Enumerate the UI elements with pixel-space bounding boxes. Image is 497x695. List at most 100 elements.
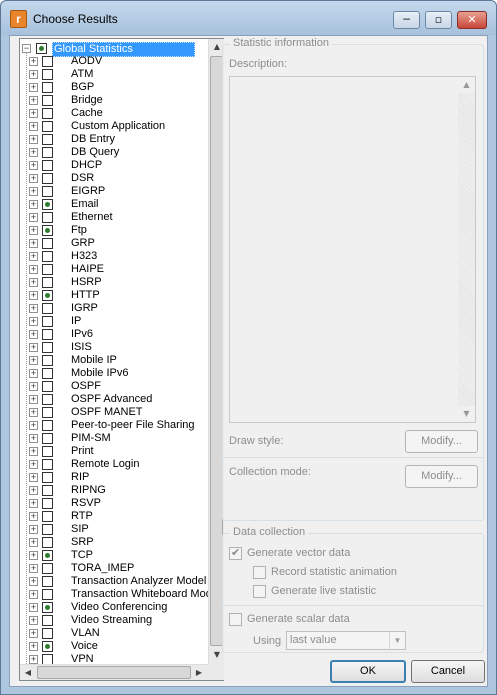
tree-item[interactable]: + Ethernet (20, 211, 208, 224)
tree-item[interactable]: + Cache (20, 107, 208, 120)
expand-icon[interactable]: + (29, 499, 38, 508)
tree-item-checkbox[interactable] (42, 82, 53, 93)
tree-item[interactable]: + VLAN (20, 627, 208, 640)
tree-item-checkbox[interactable] (42, 576, 53, 587)
ok-button[interactable]: OK (330, 660, 406, 683)
expand-icon[interactable]: + (29, 57, 38, 66)
tree-item-checkbox[interactable] (42, 251, 53, 262)
expand-icon[interactable]: + (29, 551, 38, 560)
scroll-up-icon[interactable]: ▲ (458, 77, 475, 93)
chevron-down-icon[interactable]: ▼ (389, 632, 405, 649)
expand-icon[interactable]: + (29, 382, 38, 391)
expand-icon[interactable]: + (29, 161, 38, 170)
tree-root-global-statistics[interactable]: − Global Statistics (20, 42, 208, 57)
draw-style-modify-button[interactable]: Modify... (405, 430, 478, 453)
tree-item-checkbox[interactable] (42, 342, 53, 353)
tree-item-checkbox[interactable] (42, 381, 53, 392)
tree-item[interactable]: + SRP (20, 536, 208, 549)
expand-icon[interactable]: + (29, 538, 38, 547)
expand-icon[interactable]: + (29, 395, 38, 404)
tree-item-checkbox[interactable] (42, 641, 53, 652)
tree-item[interactable]: + IPv6 (20, 328, 208, 341)
tree-item-checkbox[interactable] (42, 537, 53, 548)
tree-item[interactable]: + OSPF Advanced (20, 393, 208, 406)
tree-item-checkbox[interactable] (42, 433, 53, 444)
scroll-left-icon[interactable]: ◀ (20, 665, 36, 681)
close-button[interactable]: ✕ (457, 11, 487, 29)
tree-item[interactable]: + Transaction Analyzer Model (20, 575, 208, 588)
tree-item-checkbox[interactable] (42, 134, 53, 145)
tree-item[interactable]: + OSPF (20, 380, 208, 393)
tree-item-checkbox[interactable] (42, 277, 53, 288)
using-select[interactable]: last value ▼ (286, 631, 406, 650)
collection-mode-modify-button[interactable]: Modify... (405, 465, 478, 488)
expand-icon[interactable]: + (29, 408, 38, 417)
tree-item-checkbox[interactable] (42, 368, 53, 379)
tree-item[interactable]: + BGP (20, 81, 208, 94)
tree-item-checkbox[interactable] (42, 602, 53, 613)
expand-icon[interactable]: + (29, 603, 38, 612)
tree-item-checkbox[interactable] (42, 394, 53, 405)
cancel-button[interactable]: Cancel (411, 660, 485, 683)
expand-icon[interactable]: + (29, 304, 38, 313)
tree-item-checkbox[interactable] (42, 173, 53, 184)
tree-item[interactable]: + PIM-SM (20, 432, 208, 445)
tree-item[interactable]: + Video Streaming (20, 614, 208, 627)
tree-item-checkbox[interactable] (42, 589, 53, 600)
expand-icon[interactable]: + (29, 252, 38, 261)
expand-icon[interactable]: + (29, 629, 38, 638)
tree-item-checkbox[interactable] (42, 407, 53, 418)
expand-icon[interactable]: + (29, 213, 38, 222)
expand-icon[interactable]: + (29, 226, 38, 235)
tree-item[interactable]: + Mobile IP (20, 354, 208, 367)
expand-icon[interactable]: + (29, 317, 38, 326)
tree-item[interactable]: + HSRP (20, 276, 208, 289)
tree-item-checkbox[interactable] (42, 212, 53, 223)
expand-icon[interactable]: + (29, 122, 38, 131)
expand-icon[interactable]: + (29, 369, 38, 378)
generate-vector-checkbox[interactable] (229, 546, 242, 560)
expand-icon[interactable]: + (29, 577, 38, 586)
minimize-button[interactable]: ─ (393, 11, 420, 29)
expand-icon[interactable]: + (29, 187, 38, 196)
expand-icon[interactable]: + (29, 148, 38, 157)
tree-item-checkbox[interactable] (42, 303, 53, 314)
tree-item[interactable]: + DSR (20, 172, 208, 185)
expand-icon[interactable]: + (29, 655, 38, 664)
tree-item-checkbox[interactable] (42, 264, 53, 275)
tree-item-checkbox[interactable] (42, 511, 53, 522)
tree-item[interactable]: + Transaction Whiteboard Model (20, 588, 208, 601)
tree-item[interactable]: + DHCP (20, 159, 208, 172)
expand-icon[interactable]: + (29, 265, 38, 274)
expand-icon[interactable]: + (29, 96, 38, 105)
tree-item[interactable]: + TCP (20, 549, 208, 562)
tree-item[interactable]: + Mobile IPv6 (20, 367, 208, 380)
tree-item[interactable]: + AODV (20, 55, 208, 68)
tree-item[interactable]: + Video Conferencing (20, 601, 208, 614)
tree-item-checkbox[interactable] (42, 147, 53, 158)
tree-item-checkbox[interactable] (42, 524, 53, 535)
tree-item[interactable]: + DB Entry (20, 133, 208, 146)
expand-icon[interactable]: + (29, 239, 38, 248)
tree-item[interactable]: + RTP (20, 510, 208, 523)
tree-item-checkbox[interactable] (42, 615, 53, 626)
maximize-button[interactable]: ▫ (425, 11, 452, 29)
tree-item-checkbox[interactable] (42, 121, 53, 132)
expand-icon[interactable]: + (29, 473, 38, 482)
description-textbox[interactable]: ▲ ▼ (229, 76, 476, 423)
tree-item-checkbox[interactable] (42, 563, 53, 574)
tree-item-checkbox[interactable] (42, 56, 53, 67)
tree-item[interactable]: + HTTP (20, 289, 208, 302)
tree-item-checkbox[interactable] (42, 225, 53, 236)
expand-icon[interactable]: + (29, 83, 38, 92)
tree-item[interactable]: + IGRP (20, 302, 208, 315)
scroll-right-icon[interactable]: ▶ (191, 665, 207, 681)
tree-item-checkbox[interactable] (42, 446, 53, 457)
collapse-icon[interactable]: − (22, 44, 31, 53)
tree-item-checkbox[interactable] (42, 199, 53, 210)
tree-item-checkbox[interactable] (42, 550, 53, 561)
expand-icon[interactable]: + (29, 564, 38, 573)
statistics-tree[interactable]: − Global Statistics + AODV + ATM + BGP + Bridge… (19, 38, 224, 681)
generate-scalar-checkbox[interactable] (229, 613, 242, 626)
tree-item[interactable]: + RIP (20, 471, 208, 484)
